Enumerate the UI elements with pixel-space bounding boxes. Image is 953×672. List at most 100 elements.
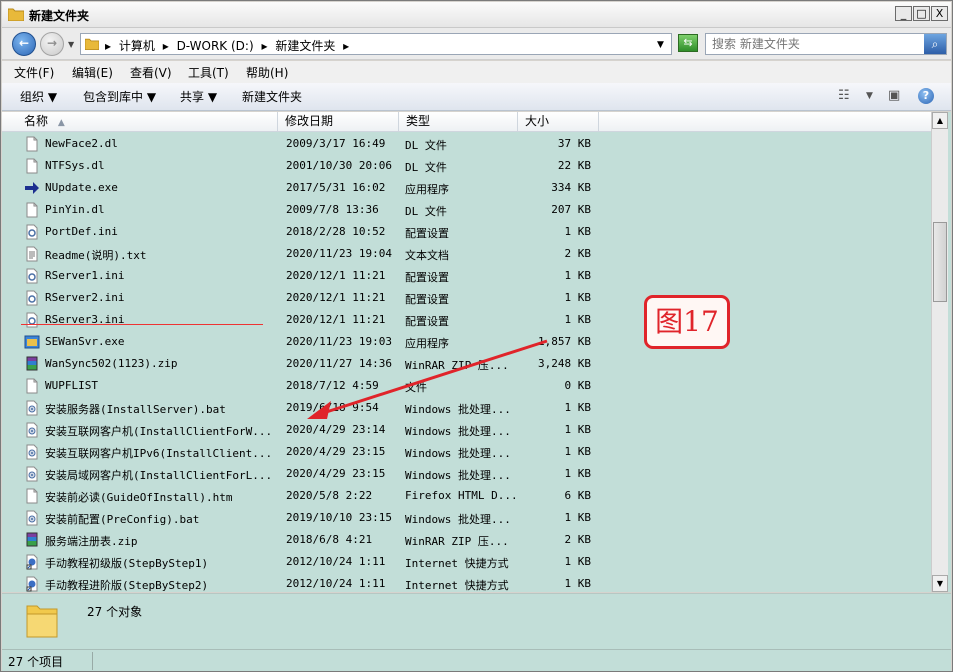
menu-edit[interactable]: 编辑(E)	[72, 64, 113, 81]
folder-icon	[26, 605, 58, 638]
file-row[interactable]: PinYin.dl 2009/7/8 13:36 DL 文件 207 KB	[2, 199, 931, 221]
file-name: SEWanSvr.exe	[45, 335, 125, 348]
window-title: 新建文件夹	[29, 9, 90, 23]
address-history-icon[interactable]: ▼	[657, 40, 664, 50]
blank-file-icon	[24, 378, 40, 394]
file-size: 6 KB	[564, 489, 592, 502]
breadcrumb-separator[interactable]: ▸	[163, 39, 169, 53]
breadcrumb-folder[interactable]: 新建文件夹	[275, 39, 335, 53]
file-row[interactable]: 安装前配置(PreConfig).bat 2019/10/10 23:15 Wind…	[2, 507, 931, 529]
file-type: DL 文件	[405, 139, 447, 152]
status-text: 27 个项目	[8, 655, 64, 669]
column-name[interactable]: 名称 ▲	[2, 112, 278, 132]
search-icon[interactable]: ⌕	[924, 34, 946, 54]
breadcrumb-computer[interactable]: 计算机	[119, 39, 155, 53]
preview-pane-icon[interactable]: ▣	[888, 88, 900, 103]
item-count: 27 个对象	[87, 605, 143, 619]
file-row[interactable]: 服务端注册表.zip 2018/6/8 4:21 WinRAR ZIP 压... 2 …	[2, 529, 931, 551]
file-row[interactable]: RServer3.ini 2020/12/1 11:21 配置设置 1 KB	[2, 309, 931, 331]
file-date: 2018/6/8 4:21	[286, 533, 373, 546]
scroll-thumb[interactable]	[933, 222, 947, 302]
file-date: 2017/5/31 16:02	[286, 181, 386, 194]
file-row[interactable]: NewFace2.dl 2009/3/17 16:49 DL 文件 37 KB	[2, 133, 931, 155]
address-row: ← → ▼ ▸ 计算机 ▸ D-WORK (D:) ▸ 新建文件夹 ▸ ▼ ⇆ …	[2, 28, 951, 60]
file-size: 3,248 KB	[538, 357, 591, 370]
file-date: 2020/11/23 19:04	[286, 247, 392, 260]
breadcrumb-separator[interactable]: ▸	[105, 39, 111, 53]
file-date: 2020/12/1 11:21	[286, 269, 386, 282]
bat-file-icon	[24, 510, 40, 526]
file-row[interactable]: PortDef.ini 2018/2/28 10:52 配置设置 1 KB	[2, 221, 931, 243]
file-name: WUPFLIST	[45, 379, 98, 392]
blank-file-icon	[24, 202, 40, 218]
file-row[interactable]: 安装前必读(GuideOfInstall).htm 2020/5/8 2:22 Fi…	[2, 485, 931, 507]
file-row[interactable]: NTFSys.dl 2001/10/30 20:06 DL 文件 22 KB	[2, 155, 931, 177]
file-size: 1 KB	[564, 291, 592, 304]
menu-view[interactable]: 查看(V)	[130, 64, 172, 81]
forward-button[interactable]: →	[40, 32, 64, 56]
column-type[interactable]: 类型	[400, 112, 518, 132]
close-button[interactable]: X	[931, 6, 948, 21]
file-row[interactable]: 手动教程初级版(StepByStep1) 2012/10/24 1:11 Inter…	[2, 551, 931, 573]
blank-file-icon	[24, 488, 40, 504]
command-bar: 组织 ▼ 包含到库中 ▼ 共享 ▼ 新建文件夹 ☷ ▼ ▣ ?	[2, 83, 951, 111]
breadcrumb-separator[interactable]: ▸	[343, 39, 349, 53]
minimize-button[interactable]: _	[895, 6, 912, 21]
file-size: 0 KB	[564, 379, 592, 392]
file-row[interactable]: Readme(说明).txt 2020/11/23 19:04 文本文档 2 KB	[2, 243, 931, 265]
maximize-button[interactable]: □	[913, 6, 930, 21]
organize-button[interactable]: 组织 ▼	[20, 88, 57, 105]
file-row[interactable]: 安装服务器(InstallServer).bat 2019/6/18 9:54 Wi…	[2, 397, 931, 419]
file-type: 文件	[405, 381, 427, 394]
column-size[interactable]: 大小	[519, 112, 599, 132]
file-row[interactable]: 安装互联网客户机(InstallClientForW... 2020/4/29 2…	[2, 419, 931, 441]
file-name: NTFSys.dl	[45, 159, 105, 172]
menu-help[interactable]: 帮助(H)	[246, 64, 288, 81]
view-dropdown-icon[interactable]: ▼	[866, 91, 873, 101]
file-row[interactable]: NUpdate.exe 2017/5/31 16:02 应用程序 334 KB	[2, 177, 931, 199]
file-row[interactable]: 安装局域网客户机(InstallClientForL... 2020/4/29 2…	[2, 463, 931, 485]
file-type: 应用程序	[405, 337, 449, 350]
breadcrumb-drive[interactable]: D-WORK (D:)	[177, 39, 254, 53]
new-folder-button[interactable]: 新建文件夹	[242, 88, 302, 105]
file-size: 2 KB	[564, 247, 592, 260]
title-bar[interactable]: 新建文件夹 _ □ X	[2, 2, 951, 28]
menu-tools[interactable]: 工具(T)	[188, 64, 229, 81]
column-date[interactable]: 修改日期	[279, 112, 399, 132]
search-input[interactable]	[712, 37, 912, 51]
include-in-library-button[interactable]: 包含到库中 ▼	[83, 88, 156, 105]
folder-icon	[8, 8, 24, 21]
file-name: 服务端注册表.zip	[45, 535, 138, 548]
file-row[interactable]: WUPFLIST 2018/7/12 4:59 文件 0 KB	[2, 375, 931, 397]
search-box[interactable]: ⌕	[705, 33, 947, 55]
scroll-up-icon[interactable]: ▲	[932, 112, 948, 129]
file-type: 配置设置	[405, 293, 449, 306]
file-name: NewFace2.dl	[45, 137, 118, 150]
recent-pages-dropdown[interactable]: ▼	[68, 40, 74, 49]
ini-file-icon	[24, 268, 40, 284]
file-row[interactable]: 安装互联网客户机IPv6(InstallClient... 2020/4/29 2…	[2, 441, 931, 463]
file-name: RServer1.ini	[45, 269, 125, 282]
file-type: 文本文档	[405, 249, 449, 262]
file-row[interactable]: WanSync502(1123).zip 2020/11/27 14:36 WinR…	[2, 353, 931, 375]
share-button[interactable]: 共享 ▼	[180, 88, 217, 105]
file-size: 1 KB	[564, 577, 592, 590]
file-name: RServer2.ini	[45, 291, 125, 304]
folder-icon	[85, 38, 99, 50]
status-bar: 27 个项目	[2, 649, 951, 671]
file-type: 配置设置	[405, 227, 449, 240]
file-row[interactable]: RServer1.ini 2020/12/1 11:21 配置设置 1 KB	[2, 265, 931, 287]
scroll-down-icon[interactable]: ▼	[932, 575, 948, 592]
file-row[interactable]: SEWanSvr.exe 2020/11/23 19:03 应用程序 1,857 KB	[2, 331, 931, 353]
text-file-icon	[24, 246, 40, 262]
file-row[interactable]: 手动教程进阶版(StepByStep2) 2012/10/24 1:11 Inter…	[2, 573, 931, 595]
menu-file[interactable]: 文件(F)	[14, 64, 54, 81]
help-icon[interactable]: ?	[918, 88, 934, 104]
view-options-icon[interactable]: ☷	[838, 88, 850, 103]
file-row[interactable]: RServer2.ini 2020/12/1 11:21 配置设置 1 KB	[2, 287, 931, 309]
vertical-scrollbar[interactable]: ▲ ▼	[931, 112, 948, 592]
refresh-button[interactable]: ⇆	[678, 34, 698, 52]
address-bar[interactable]: ▸ 计算机 ▸ D-WORK (D:) ▸ 新建文件夹 ▸ ▼	[80, 33, 672, 55]
breadcrumb-separator[interactable]: ▸	[261, 39, 267, 53]
back-button[interactable]: ←	[12, 32, 36, 56]
